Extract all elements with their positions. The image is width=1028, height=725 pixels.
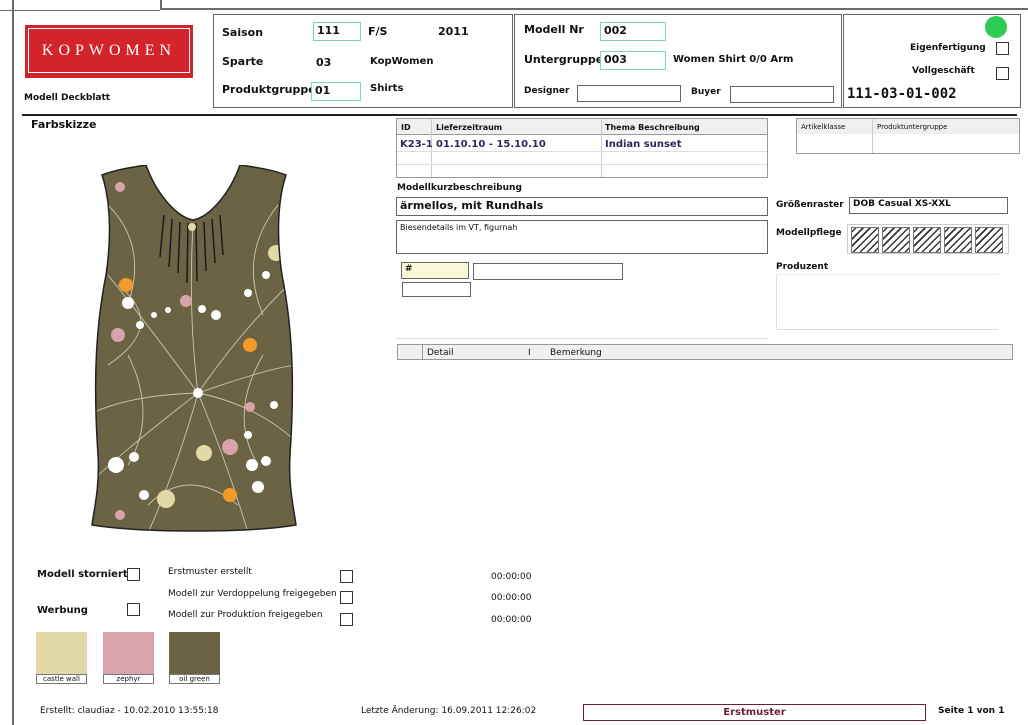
produzent-field[interactable]	[776, 274, 998, 330]
produktgruppe-field[interactable]: 01	[311, 82, 361, 101]
farbskizze-label: Farbskizze	[31, 118, 97, 131]
last-modified-info: Letzte Änderung: 16.09.2011 12:26:02	[361, 706, 537, 716]
color-swatch-castle-wall[interactable]: castle wall	[36, 632, 87, 684]
task-label: Erstmuster erstellt	[168, 567, 252, 577]
task-checkbox-verdoppelung[interactable]	[340, 591, 353, 604]
garment-sketch	[91, 165, 297, 532]
bemerkung-header: Bemerkung	[550, 348, 602, 358]
secondary-field[interactable]	[402, 282, 471, 297]
status-badge-text: Erstmuster	[723, 707, 786, 718]
col-header-id: ID	[401, 123, 411, 132]
buyer-field[interactable]	[730, 86, 834, 103]
brand-logo-text: KOPWOMEN	[41, 41, 177, 59]
delivery-table: ID Lieferzeitraum Thema Beschreibung K23…	[396, 118, 768, 178]
produzent-label: Produzent	[776, 262, 829, 272]
year-value: 2011	[438, 25, 469, 38]
fs-label: F/S	[368, 25, 388, 38]
eigenfertigung-label: Eigenfertigung	[910, 43, 986, 53]
werbung-checkbox[interactable]	[127, 603, 140, 616]
care-symbol-icon	[913, 227, 941, 253]
page-indicator: Seite 1 von 1	[938, 706, 1005, 716]
hash-field[interactable]: #	[401, 262, 469, 279]
eigenfertigung-checkbox[interactable]	[996, 42, 1009, 55]
care-symbol-icon	[944, 227, 972, 253]
untergruppe-field[interactable]: 003	[600, 51, 666, 70]
color-swatch-zephyr[interactable]: zephyr	[103, 632, 154, 684]
swatch-label: castle wall	[36, 674, 87, 684]
model-code: 111-03-01-002	[847, 86, 957, 102]
header-divider	[22, 114, 1017, 116]
swatch-label: zephyr	[103, 674, 154, 684]
row-id: K23-1	[400, 139, 433, 150]
saison-field[interactable]: 111	[313, 22, 361, 41]
task-checkbox-produktion[interactable]	[340, 613, 353, 626]
status-indicator-icon	[985, 16, 1007, 38]
col-header-thema: Thema Beschreibung	[605, 123, 700, 132]
task-time: 00:00:00	[491, 615, 532, 625]
color-swatch-oil-green[interactable]: oil green	[169, 632, 220, 684]
designer-field[interactable]	[577, 85, 681, 102]
modell-nr-label: Modell Nr	[524, 23, 584, 36]
task-time: 00:00:00	[491, 572, 532, 582]
brand-logo: KOPWOMEN	[25, 25, 193, 78]
care-symbol-icon	[882, 227, 910, 253]
col-divider	[422, 345, 423, 359]
storniert-label: Modell storniert	[37, 569, 128, 580]
groessenraster-field[interactable]: DOB Casual XS-XXL	[849, 197, 1008, 214]
status-badge: Erstmuster	[583, 704, 926, 721]
class-table: Artikelklasse Produktuntergruppe	[796, 118, 1020, 154]
hash-value-field[interactable]	[473, 263, 623, 280]
care-symbol-icon	[851, 227, 879, 253]
artikelklasse-header: Artikelklasse	[801, 123, 846, 131]
window-border-top	[160, 8, 1028, 10]
row-lieferzeitraum: 01.10.10 - 15.10.10	[436, 139, 546, 150]
task-label: Modell zur Produktion freigegeben	[168, 610, 323, 620]
row-thema: Indian sunset	[605, 139, 682, 150]
detail-table-header: Detail I Bemerkung	[397, 344, 1013, 360]
modellkurzbeschreibung-label: Modellkurzbeschreibung	[397, 183, 522, 193]
werbung-label: Werbung	[37, 605, 88, 616]
buyer-label: Buyer	[691, 87, 721, 97]
sparte-name: KopWomen	[370, 56, 434, 67]
window-border-left	[12, 0, 14, 725]
produktuntergruppe-header: Produktuntergruppe	[877, 123, 948, 131]
swatch-label: oil green	[169, 674, 220, 684]
task-label: Modell zur Verdoppelung freigegeben	[168, 589, 337, 599]
task-time: 00:00:00	[491, 593, 532, 603]
col-divider	[872, 119, 873, 153]
sparte-code: 03	[316, 56, 332, 69]
row-divider	[397, 164, 767, 165]
modell-nr-field[interactable]: 002	[600, 22, 666, 41]
saison-label: Saison	[222, 26, 264, 39]
detail-header: Detail	[427, 348, 454, 358]
sparte-label: Sparte	[222, 55, 264, 68]
modellpflege-label: Modellpflege	[776, 228, 842, 238]
care-symbols	[847, 224, 1009, 254]
created-info: Erstellt: claudiaz - 10.02.2010 13:55:18	[40, 706, 219, 716]
long-description-field[interactable]: Biesendetails im VT, figurnah	[396, 220, 768, 254]
storniert-checkbox[interactable]	[127, 568, 140, 581]
i-header: I	[528, 348, 531, 358]
vollgeschaeft-checkbox[interactable]	[996, 67, 1009, 80]
task-checkbox-erstmuster[interactable]	[340, 570, 353, 583]
untergruppe-label: Untergruppe	[524, 53, 604, 66]
section-divider	[396, 338, 768, 339]
groessenraster-label: Größenraster	[776, 200, 844, 210]
row-divider	[397, 151, 767, 152]
short-description-field[interactable]: ärmellos, mit Rundhals	[396, 197, 768, 216]
window-border-top-left	[0, 10, 160, 11]
produktgruppe-name: Shirts	[370, 83, 404, 94]
designer-label: Designer	[524, 86, 570, 96]
vollgeschaeft-label: Vollgeschäft	[912, 66, 975, 76]
col-header-lieferzeitraum: Lieferzeitraum	[436, 123, 503, 132]
untergruppe-name: Women Shirt 0/0 Arm	[673, 54, 794, 65]
document-type-title: Modell Deckblatt	[24, 93, 111, 103]
produktgruppe-label: Produktgruppe	[222, 83, 316, 96]
care-symbol-icon	[975, 227, 1003, 253]
